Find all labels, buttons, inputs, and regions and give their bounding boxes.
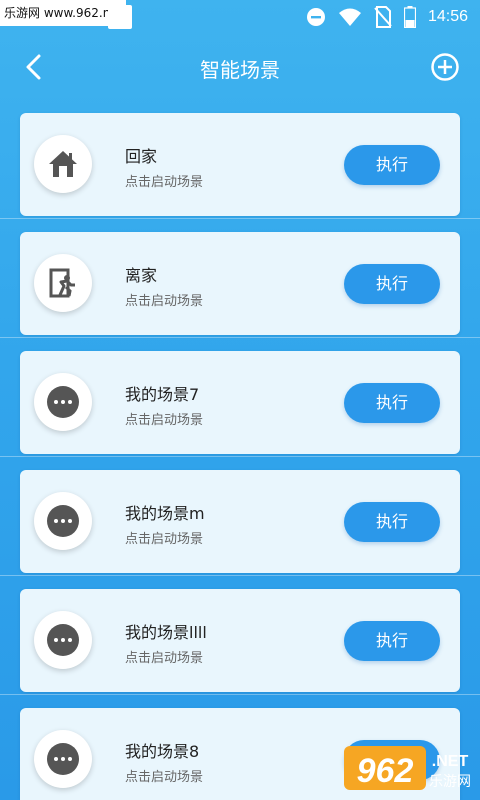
status-icons: 14:56 xyxy=(306,4,468,30)
execute-button[interactable]: 执行 xyxy=(344,145,440,185)
page-title: 智能场景 xyxy=(200,58,280,82)
scene-card-home[interactable]: 回家 点击启动场景 执行 xyxy=(20,113,460,216)
battery-icon xyxy=(403,6,416,28)
svg-text:.NET: .NET xyxy=(432,753,469,770)
scene-icon-badge xyxy=(34,611,92,669)
scene-card-custom-llll[interactable]: 我的场景llll 点击启动场景 执行 xyxy=(20,589,460,692)
scene-subtitle: 点击启动场景 xyxy=(125,770,204,785)
scene-card-custom-m[interactable]: 我的场景m 点击启动场景 执行 xyxy=(20,470,460,573)
wifi-icon xyxy=(338,8,361,26)
scene-name: 我的场景m xyxy=(125,504,205,523)
scene-name: 我的场景7 xyxy=(125,385,200,404)
execute-button[interactable]: 执行 xyxy=(344,621,440,661)
watermark-logo: 962 .NET 乐游网 xyxy=(344,746,471,790)
scene-card-leave-home[interactable]: 离家 点击启动场景 执行 xyxy=(20,232,460,335)
scene-card-custom-7[interactable]: 我的场景7 点击启动场景 执行 xyxy=(20,351,460,454)
home-icon xyxy=(49,151,77,177)
scene-name: 我的场景llll xyxy=(125,623,207,642)
more-dots-icon xyxy=(47,624,79,656)
scene-subtitle: 点击启动场景 xyxy=(125,532,204,547)
row-divider xyxy=(0,575,480,576)
scene-icon-badge xyxy=(34,135,92,193)
execute-button[interactable]: 执行 xyxy=(344,502,440,542)
app-header: 智能场景 xyxy=(0,40,480,96)
row-divider xyxy=(0,456,480,457)
clock-time: 14:56 xyxy=(427,8,468,25)
no-sim-icon xyxy=(374,6,392,28)
scene-name: 离家 xyxy=(125,266,158,285)
execute-button[interactable]: 执行 xyxy=(344,264,440,304)
scene-name: 回家 xyxy=(125,147,158,166)
svg-text:乐游网: 乐游网 xyxy=(429,774,471,790)
scene-icon-badge xyxy=(34,492,92,550)
scene-subtitle: 点击启动场景 xyxy=(125,175,204,190)
scene-icon-badge xyxy=(34,254,92,312)
do-not-disturb-icon xyxy=(306,8,325,26)
add-scene-button[interactable] xyxy=(430,52,460,82)
scene-subtitle: 点击启动场景 xyxy=(125,651,204,666)
exit-door-icon xyxy=(49,268,75,298)
svg-text:962: 962 xyxy=(357,752,414,790)
status-bar: 乐游网 www.962.net 14:56 xyxy=(0,0,480,34)
scene-subtitle: 点击启动场景 xyxy=(125,294,204,309)
execute-button[interactable]: 执行 xyxy=(344,383,440,423)
scene-icon-badge xyxy=(34,373,92,431)
scene-icon-badge xyxy=(34,730,92,788)
row-divider xyxy=(0,218,480,219)
plus-circle-icon xyxy=(431,53,459,81)
row-divider xyxy=(0,694,480,695)
more-dots-icon xyxy=(47,386,79,418)
scene-name: 我的场景8 xyxy=(125,742,200,761)
row-divider xyxy=(0,337,480,338)
notification-icon xyxy=(108,5,132,29)
scene-subtitle: 点击启动场景 xyxy=(125,413,204,428)
more-dots-icon xyxy=(47,743,79,775)
more-dots-icon xyxy=(47,505,79,537)
